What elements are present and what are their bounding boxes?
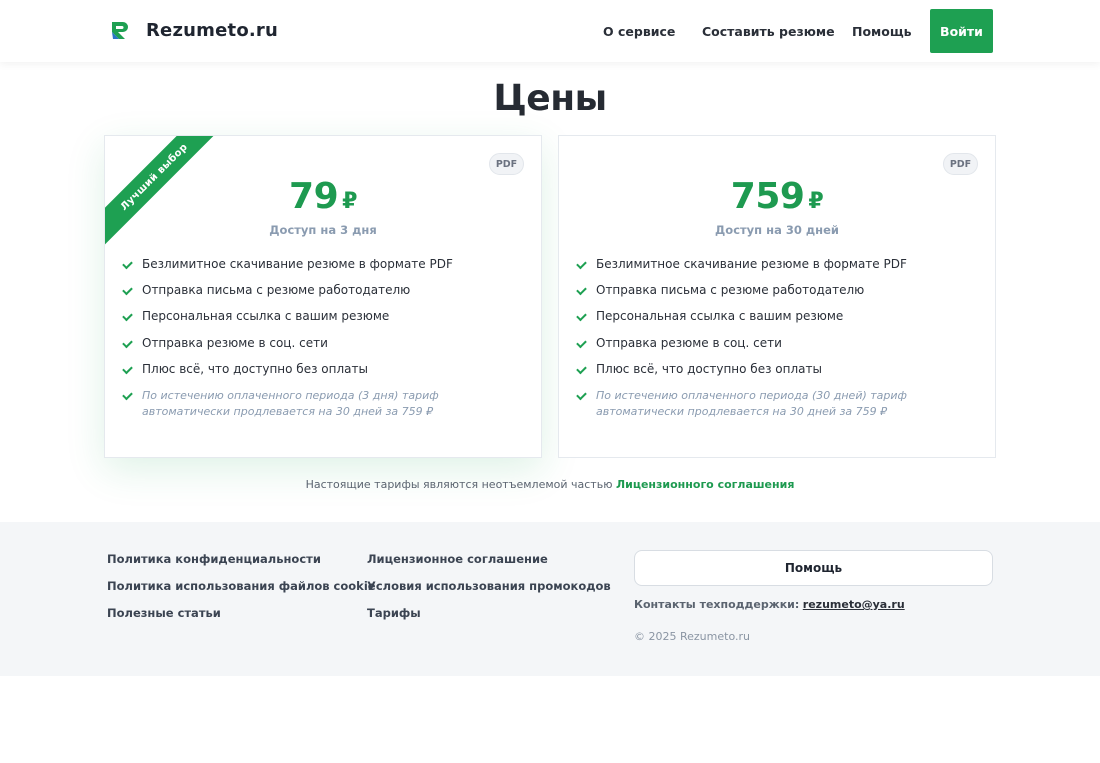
feature-item: Отправка резюме в соц. сети [122,335,523,362]
price-value: 759 [730,176,805,217]
page-title: Цены [493,78,607,119]
footer-link-cookies[interactable]: Политика использования файлов cookie [107,579,376,593]
feature-item: Персональная ссылка с вашим резюме [122,309,523,335]
check-icon [576,363,587,375]
feature-list: Безлимитное скачивание резюме в формате … [122,257,523,388]
feature-item: Плюс всё, что доступно без оплаты [122,361,523,388]
logo-link[interactable]: Rezumeto.ru [110,19,278,41]
check-icon [122,258,133,270]
check-icon [576,311,587,322]
auto-renew-note: По истечению оплаченного периода (30 дне… [576,388,977,420]
currency-symbol: ₽ [342,189,357,214]
support-email-link[interactable]: rezumeto@ya.ru [803,598,905,611]
check-icon [576,337,587,348]
auto-renew-text: По истечению оплаченного периода (3 дня)… [142,389,439,418]
footer-link-license[interactable]: Лицензионное соглашение [367,552,548,566]
feature-item: Персональная ссылка с вашим резюме [576,309,977,335]
nav-help[interactable]: Помощь [852,24,912,39]
access-period: Доступ на 30 дней [715,223,839,237]
license-note-text: Настоящие тарифы являются неотъемлемой ч… [305,478,613,491]
auto-renew-note: По истечению оплаченного периода (3 дня)… [122,388,523,420]
license-note: Настоящие тарифы являются неотъемлемой ч… [0,478,1100,491]
feature-item: Отправка письма с резюме работодателю [122,283,523,309]
feature-text: Отправка резюме в соц. сети [142,335,328,350]
site-footer: Политика конфиденциальности Политика исп… [0,522,1100,676]
site-header: Rezumeto.ru О сервисе Составить резюме П… [0,0,1100,62]
auto-renew-text: По истечению оплаченного периода (30 дне… [596,389,907,418]
brand-name: Rezumeto.ru [146,19,279,41]
pricing-card-30-days[interactable]: PDF 759 ₽ Доступ на 30 дней Безлимитное с… [558,135,996,458]
nav-compose-resume[interactable]: Составить резюме [702,24,835,39]
nav-about[interactable]: О сервисе [603,24,675,39]
pricing-card-3-days[interactable]: Лучший выбор PDF 79 ₽ Доступ на 3 дня Без… [104,135,542,458]
footer-help-button[interactable]: Помощь [634,550,993,586]
rezumeto-logo-icon [112,22,128,39]
feature-text: Плюс всё, что доступно без оплаты [596,361,822,376]
license-agreement-link[interactable]: Лицензионного соглашения [616,478,794,491]
check-icon [122,337,133,348]
check-icon [576,389,587,401]
check-icon [122,363,133,375]
footer-link-privacy[interactable]: Политика конфиденциальности [107,552,321,566]
support-contacts: Контакты техподдержки: rezumeto@ya.ru [634,598,905,611]
feature-text: Персональная ссылка с вашим резюме [596,309,844,324]
footer-link-articles[interactable]: Полезные статьи [107,606,221,620]
feature-text: Плюс всё, что доступно без оплаты [142,361,368,376]
check-icon [122,389,133,401]
feature-item: Безлимитное скачивание резюме в формате … [576,257,977,283]
copyright: © 2025 Rezumeto.ru [634,630,750,643]
check-icon [576,284,587,296]
price: 79 ₽ [105,176,541,217]
feature-text: Отправка письма с резюме работодателю [596,283,865,298]
feature-text: Безлимитное скачивание резюме в формате … [596,257,907,271]
feature-item: Плюс всё, что доступно без оплаты [576,361,977,388]
feature-text: Отправка письма с резюме работодателю [142,283,411,298]
access-period: Доступ на 3 дня [269,223,377,237]
login-button[interactable]: Войти [930,9,993,53]
feature-text: Персональная ссылка с вашим резюме [142,309,390,324]
pdf-badge: PDF [489,153,524,175]
feature-item: Безлимитное скачивание резюме в формате … [122,257,523,283]
pdf-badge: PDF [943,153,978,175]
currency-symbol: ₽ [808,189,824,214]
footer-link-promo-terms[interactable]: Условия использования промокодов [367,579,611,593]
check-icon [576,258,587,270]
price-value: 79 [289,176,339,217]
footer-link-tariffs[interactable]: Тарифы [367,606,421,620]
feature-text: Отправка резюме в соц. сети [596,335,782,350]
price: 759 ₽ [559,176,995,217]
feature-list: Безлимитное скачивание резюме в формате … [576,257,977,388]
check-icon [122,284,133,296]
check-icon [122,311,133,322]
support-contacts-label: Контакты техподдержки: [634,598,800,611]
feature-item: Отправка письма с резюме работодателю [576,283,977,309]
feature-item: Отправка резюме в соц. сети [576,335,977,362]
feature-text: Безлимитное скачивание резюме в формате … [142,257,453,271]
